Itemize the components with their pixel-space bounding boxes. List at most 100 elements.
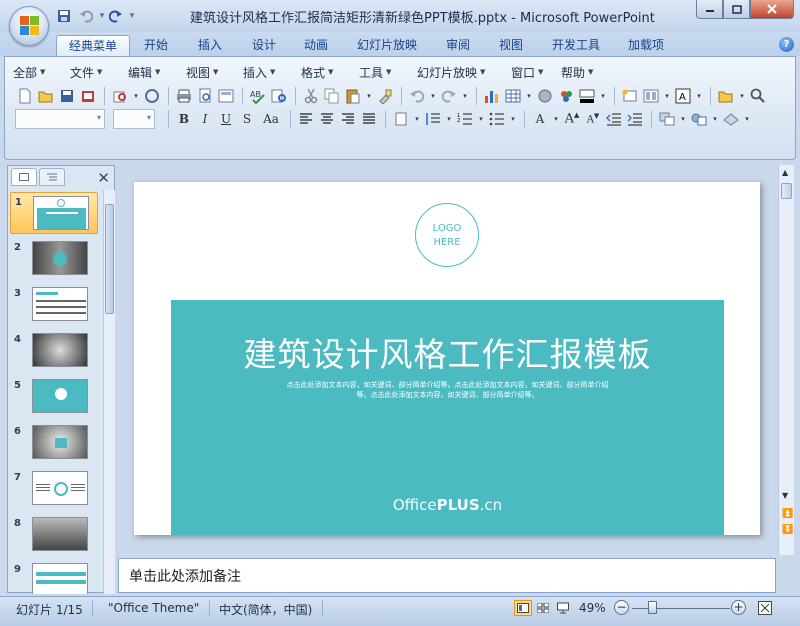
line-spacing-dropdown-icon[interactable]: ▾ — [444, 109, 454, 129]
increase-indent-icon[interactable] — [625, 109, 645, 129]
tab-home[interactable]: 开始 — [132, 35, 180, 56]
grow-font-button[interactable]: A▲ — [562, 109, 582, 129]
slide-show-button[interactable] — [554, 600, 572, 616]
fit-to-window-icon[interactable] — [756, 600, 774, 616]
preview-icon[interactable] — [195, 86, 215, 106]
slides-tab[interactable] — [11, 168, 37, 186]
slide-thumbnail[interactable]: 8 — [10, 514, 98, 556]
menu-file[interactable]: 文件 ▼ — [70, 64, 128, 80]
text-box-dropdown-icon[interactable]: ▾ — [694, 86, 704, 106]
undo-icon[interactable] — [407, 86, 427, 106]
shape-style-icon[interactable] — [721, 109, 741, 129]
spelling-icon[interactable]: AB — [248, 86, 268, 106]
tab-review[interactable]: 审阅 — [434, 35, 482, 56]
slide-layout-icon[interactable] — [641, 86, 661, 106]
normal-view-button[interactable] — [514, 600, 532, 616]
attach-icon[interactable] — [142, 86, 162, 106]
scroll-down-arrow[interactable]: ▼ — [782, 491, 788, 500]
close-button[interactable] — [750, 0, 794, 19]
slide-thumbnail[interactable]: 9 — [10, 560, 98, 594]
slide-thumbnail[interactable]: 5 — [10, 376, 98, 418]
new-slide-icon[interactable] — [620, 86, 640, 106]
layout-icon[interactable] — [216, 86, 236, 106]
table-dropdown-icon[interactable]: ▾ — [524, 86, 534, 106]
save-icon[interactable] — [54, 6, 74, 26]
research-icon[interactable] — [269, 86, 289, 106]
menu-window[interactable]: 窗口 ▼ — [511, 64, 561, 80]
insert-table-icon[interactable] — [503, 86, 523, 106]
tab-animations[interactable]: 动画 — [292, 35, 340, 56]
font-color-button[interactable]: A — [530, 109, 550, 129]
menu-all[interactable]: 全部 ▼ — [13, 64, 70, 80]
notes-pane[interactable]: 单击此处添加备注 — [118, 558, 776, 593]
close-pane-icon[interactable]: ✕ — [97, 169, 110, 187]
zoom-slider-thumb[interactable] — [648, 601, 657, 614]
insert-chart-icon[interactable] — [482, 86, 502, 106]
arrange-dropdown-icon[interactable]: ▾ — [678, 109, 688, 129]
zoom-out-button[interactable]: − — [614, 600, 629, 615]
menu-tools[interactable]: 工具 ▼ — [359, 64, 417, 80]
editor-scrollbar[interactable]: ▲ ▼ ⏫ ⏬ — [778, 165, 794, 555]
print-preview-icon[interactable] — [110, 86, 130, 106]
tab-developer[interactable]: 开发工具 — [540, 35, 612, 56]
underline-button[interactable]: U — [216, 109, 236, 129]
save-icon[interactable] — [57, 86, 77, 106]
slide-subtitle[interactable]: 点击此处添加文本内容，如关键词、部分简单介绍等。点击此处添加文本内容，如关键词、… — [251, 380, 644, 400]
shape-style-dropdown-icon[interactable]: ▾ — [742, 109, 752, 129]
insert-picture-icon[interactable] — [556, 86, 576, 106]
slide-title[interactable]: 建筑设计风格工作汇报模板 — [171, 328, 724, 376]
scroll-up-arrow[interactable]: ▲ — [782, 168, 788, 177]
help-icon[interactable]: ? — [779, 37, 794, 52]
theme-name[interactable]: "Office Theme" — [108, 601, 199, 615]
bullets-icon[interactable] — [487, 109, 507, 129]
new-document-icon[interactable] — [15, 86, 35, 106]
line-spacing-icon[interactable] — [423, 109, 443, 129]
tab-design[interactable]: 设计 — [240, 35, 288, 56]
tab-add-ins[interactable]: 加载项 — [616, 35, 676, 56]
menu-help[interactable]: 帮助 ▼ — [561, 64, 611, 80]
bullets-dropdown-icon[interactable]: ▾ — [508, 109, 518, 129]
slide-thumbnail[interactable]: 7 — [10, 468, 98, 510]
insert-clipart-icon[interactable] — [535, 86, 555, 106]
find-icon[interactable] — [748, 86, 768, 106]
zoom-slider-track[interactable] — [632, 608, 730, 609]
slide-thumbnail[interactable]: 1 — [10, 192, 98, 234]
permission-icon[interactable] — [78, 86, 98, 106]
menu-insert[interactable]: 插入 ▼ — [243, 64, 301, 80]
logo-placeholder[interactable]: LOGO HERE — [415, 203, 479, 267]
align-right-icon[interactable] — [338, 109, 358, 129]
zoom-in-button[interactable]: + — [731, 600, 746, 615]
slide-thumbnail[interactable]: 3 — [10, 284, 98, 326]
scrollbar-thumb[interactable] — [105, 204, 114, 314]
align-left-icon[interactable] — [296, 109, 316, 129]
copy-icon[interactable] — [322, 86, 342, 106]
zoom-level[interactable]: 49% — [579, 601, 606, 615]
scrollbar-thumb[interactable] — [781, 183, 792, 199]
font-size-combo[interactable] — [113, 109, 155, 129]
slide-thumbnail[interactable]: 2 — [10, 238, 98, 280]
menu-format[interactable]: 格式 ▼ — [301, 64, 359, 80]
redo-dropdown-icon[interactable]: ▾ — [460, 86, 470, 106]
shapes-dropdown-icon[interactable]: ▾ — [710, 109, 720, 129]
insert-shape-icon[interactable] — [716, 86, 736, 106]
maximize-button[interactable] — [723, 0, 750, 19]
menu-edit[interactable]: 编辑 ▼ — [128, 64, 186, 80]
print-icon[interactable] — [174, 86, 194, 106]
decrease-indent-icon[interactable] — [604, 109, 624, 129]
redo-icon[interactable] — [439, 86, 459, 106]
next-slide-icon[interactable]: ⏬ — [782, 525, 793, 535]
shapes-icon[interactable] — [689, 109, 709, 129]
font-name-combo[interactable] — [15, 109, 105, 129]
bold-button[interactable]: B — [174, 109, 194, 129]
slide-thumbnail[interactable]: 4 — [10, 330, 98, 372]
format-painter-icon[interactable] — [375, 86, 395, 106]
previous-slide-icon[interactable]: ⏫ — [782, 509, 793, 519]
slide-sorter-button[interactable] — [534, 600, 552, 616]
outline-tab[interactable] — [39, 168, 65, 186]
fill-dropdown-icon[interactable]: ▾ — [598, 86, 608, 106]
fill-color-icon[interactable] — [577, 86, 597, 106]
office-button[interactable] — [9, 6, 49, 46]
redo-icon[interactable] — [106, 6, 126, 26]
numbering-icon[interactable]: 12 — [455, 109, 475, 129]
change-case-button[interactable]: Aa — [258, 109, 284, 129]
